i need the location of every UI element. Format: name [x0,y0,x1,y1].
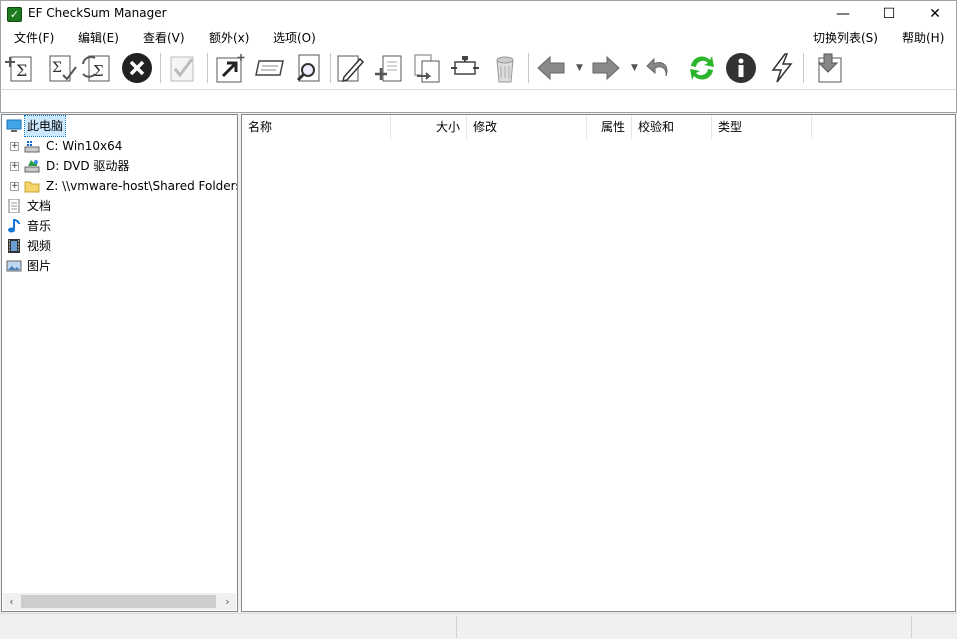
create-checksum-icon[interactable]: Σ [4,52,36,84]
toolbar: Σ Σ Σ ▼ ▼ [0,47,957,89]
back-dropdown-icon[interactable]: ▼ [576,63,583,73]
menu-bar: 文件(F) 编辑(E) 查看(V) 额外(x) 选项(O) 切换列表(S) 帮助… [0,27,957,47]
tree-item-this-pc[interactable]: 此电脑 [2,115,237,137]
svg-text:Σ: Σ [52,60,62,76]
column-header-modified[interactable]: 修改 [467,115,587,139]
svg-text:Σ: Σ [93,62,104,80]
window-title: EF CheckSum Manager [28,6,167,20]
column-header-name[interactable]: 名称 [242,115,391,139]
tree-label-pictures: 图片 [27,259,52,273]
svg-text:Σ: Σ [16,61,27,80]
tree-label-drive-c: C: Win10x64 [46,139,123,153]
status-divider [456,616,457,638]
recycle-icon[interactable] [489,52,521,84]
tree-label-video: 视频 [27,239,52,253]
edit-icon[interactable] [334,52,366,84]
tree-item-pictures[interactable]: 图片 [2,256,237,276]
app-logo-icon: ✓ [7,7,22,22]
open-arrow-icon[interactable] [214,52,246,84]
path-bar[interactable] [0,89,957,113]
music-icon [6,218,22,233]
column-header-size[interactable]: 大小 [391,115,467,139]
folder-icon [24,179,40,193]
column-header-attributes[interactable]: 属性 [587,115,632,139]
toolbar-separator [528,53,529,83]
back-arrow-icon[interactable] [535,52,567,84]
tree-item-drive-c[interactable]: + C: Win10x64 [2,136,237,156]
tree-item-video[interactable]: 视频 [2,236,237,256]
menu-edit[interactable]: 编辑(E) [78,29,119,46]
toolbar-separator [803,53,804,83]
refresh-icon[interactable] [686,52,718,84]
file-list[interactable]: 名称 大小 修改 属性 校验和 类型 [241,114,956,612]
flash-icon[interactable] [765,52,797,84]
title-bar: ✓ EF CheckSum Manager — ☐ ✕ [0,0,957,27]
toolbar-separator [330,53,331,83]
copy-file-icon[interactable] [411,52,443,84]
check-disabled-icon[interactable] [167,52,199,84]
tree-label-drive-d: D: DVD 驱动器 [46,159,130,173]
menu-file[interactable]: 文件(F) [14,29,54,46]
tree-label-documents: 文档 [27,199,52,213]
computer-icon [6,119,22,133]
new-file-icon[interactable] [373,52,405,84]
info-icon[interactable] [725,52,757,84]
menu-extra[interactable]: 额外(x) [209,29,249,46]
dvd-icon [24,159,40,173]
column-header-checksum[interactable]: 校验和 [632,115,712,139]
video-icon [6,239,22,253]
maximize-button[interactable]: ☐ [866,1,912,28]
scroll-right-icon[interactable]: › [219,593,236,610]
scroll-left-icon[interactable]: ‹ [3,593,20,610]
download-icon[interactable] [813,52,845,84]
scroll-thumb[interactable] [21,595,216,608]
tree-item-documents[interactable]: 文档 [2,196,237,216]
picture-icon [6,259,22,273]
menu-toggle-list[interactable]: 切换列表(S) [813,29,878,46]
drive-icon [24,139,40,153]
expand-icon[interactable]: + [10,182,19,191]
status-divider [911,616,912,638]
expand-icon[interactable]: + [10,162,19,171]
menu-help[interactable]: 帮助(H) [902,29,944,46]
close-button[interactable]: ✕ [912,1,957,28]
column-header-type[interactable]: 类型 [712,115,812,139]
expand-icon[interactable]: + [10,142,19,151]
minimize-button[interactable]: — [820,1,866,28]
folder-tree[interactable]: 此电脑 + C: Win10x64 + D: DVD 驱动器 + Z: \\vm… [1,114,238,612]
move-file-icon[interactable] [449,52,481,84]
tree-label-this-pc: 此电脑 [23,115,67,137]
rename-icon[interactable] [255,52,287,84]
tree-label-music: 音乐 [27,219,52,233]
menu-options[interactable]: 选项(O) [273,29,316,46]
forward-arrow-icon[interactable] [590,52,622,84]
tree-item-drive-z[interactable]: + Z: \\vmware-host\Shared Folders [2,176,238,196]
status-bar [0,613,957,639]
menu-view[interactable]: 查看(V) [143,29,185,46]
update-checksum-icon[interactable]: Σ [81,52,113,84]
tree-horizontal-scrollbar[interactable]: ‹ › [3,593,236,610]
forward-dropdown-icon[interactable]: ▼ [631,63,638,73]
document-icon [6,198,22,214]
toolbar-separator [160,53,161,83]
stop-icon[interactable] [121,52,153,84]
tree-label-drive-z: Z: \\vmware-host\Shared Folders [46,179,238,193]
tree-item-music[interactable]: 音乐 [2,216,237,236]
undo-icon[interactable] [644,52,676,84]
toolbar-separator [207,53,208,83]
verify-checksum-icon[interactable]: Σ [46,52,78,84]
tree-item-drive-d[interactable]: + D: DVD 驱动器 [2,156,237,176]
search-icon[interactable] [293,52,325,84]
